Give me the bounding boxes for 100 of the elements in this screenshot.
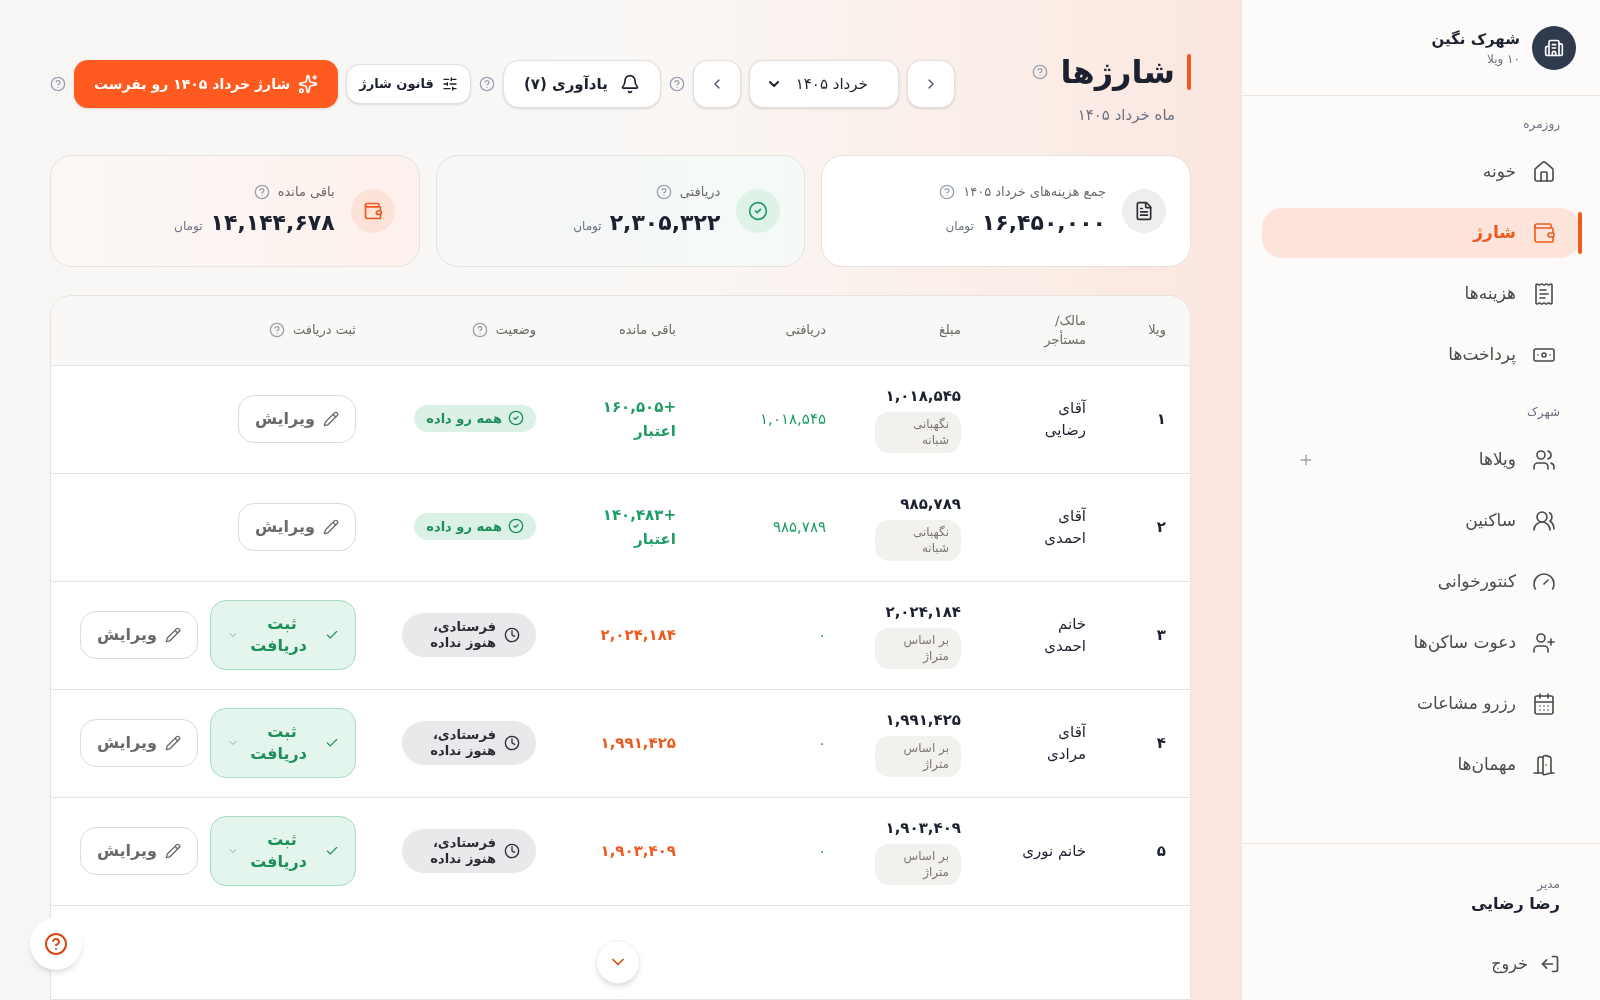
- stat-value: ۲,۳۰۵,۳۲۲: [609, 208, 721, 237]
- wallet-icon: [362, 200, 383, 221]
- amount: ۱,۹۰۳,۴۰۹: [885, 818, 961, 840]
- help-icon[interactable]: [1032, 64, 1049, 80]
- edit-button[interactable]: ویرایش: [80, 719, 198, 767]
- amount: ۲,۰۲۴,۱۸۴: [885, 602, 961, 624]
- nav-item[interactable]: ساکنین: [1262, 496, 1580, 546]
- check-icon: [325, 628, 339, 642]
- help-button[interactable]: [30, 918, 82, 970]
- org-subtitle: ۱۰ ویلا: [1486, 50, 1520, 67]
- received-amount: ۰: [816, 624, 826, 646]
- column-header: ثبت دریافت: [292, 321, 356, 340]
- remaining-amount: ۱,۹۰۳,۴۰۹: [599, 840, 676, 862]
- charge-rule-button[interactable]: قانون شارژ: [346, 64, 471, 104]
- logout-link[interactable]: خروج: [1282, 952, 1560, 976]
- pencil-icon: [323, 411, 339, 427]
- basis-tag: نگهبانی شبانه: [875, 519, 961, 561]
- check-icon: [325, 844, 339, 858]
- help-icon[interactable]: [939, 184, 956, 200]
- page-title: شارژها: [1060, 52, 1175, 93]
- column-header: مبلغ: [938, 321, 961, 340]
- nav-item[interactable]: رزرو مشاعات: [1262, 679, 1580, 729]
- received-amount: ۹۸۵,۷۸۹: [771, 516, 826, 538]
- basis-tag: بر اساس متراژ: [875, 735, 961, 777]
- owner-name: آقای احمدی: [1043, 505, 1086, 549]
- help-icon[interactable]: [50, 76, 66, 92]
- stat-unit: تومان: [945, 217, 974, 234]
- page-subtitle: ماه خرداد ۱۴۰۵: [1076, 105, 1176, 126]
- help-icon[interactable]: [655, 184, 672, 200]
- owner-name: خانم احمدی: [1043, 613, 1086, 657]
- nav-item[interactable]: خونه: [1262, 147, 1580, 197]
- help-icon[interactable]: [471, 322, 488, 338]
- month-select[interactable]: خرداد ۱۴۰۵: [748, 60, 899, 108]
- column-header: باقی مانده: [619, 321, 676, 340]
- nav-item[interactable]: ویلاها: [1262, 435, 1580, 485]
- stat-label: باقی مانده: [277, 183, 335, 202]
- stat-value: ۱۶,۴۵۰,۰۰۰: [981, 208, 1106, 237]
- amount: ۹۸۵,۷۸۹: [900, 494, 961, 516]
- user-plus-icon: [1532, 631, 1556, 655]
- owner-name: آقای رضایی: [1043, 397, 1086, 441]
- villa-number: ۲: [1155, 516, 1166, 538]
- basis-tag: بر اساس متراژ: [875, 843, 961, 885]
- nav-item[interactable]: پرداخت‌ها: [1262, 330, 1580, 380]
- status-badge: همه رو داده: [414, 404, 536, 433]
- column-header: مالک/ مستأجر: [1042, 311, 1086, 349]
- users-icon: [1532, 448, 1556, 472]
- next-month-button[interactable]: [692, 60, 741, 108]
- add-icon[interactable]: [1298, 452, 1314, 468]
- received-amount: ۱,۰۱۸,۵۴۵: [759, 408, 826, 430]
- stat-unit: تومان: [573, 217, 602, 234]
- calendar-icon: [1532, 692, 1556, 716]
- edit-button[interactable]: ویرایش: [80, 611, 198, 659]
- remaining-amount: +۱۶۰,۵۰۵ اعتبار: [601, 396, 676, 442]
- column-header: دریافتی: [785, 321, 826, 340]
- register-payment-button[interactable]: ثبت دریافت: [210, 816, 356, 886]
- help-icon[interactable]: [478, 76, 495, 92]
- wallet-icon: [1532, 221, 1556, 245]
- stat-label: جمع هزینه‌های خرداد ۱۴۰۵: [963, 183, 1106, 202]
- received-amount: ۰: [816, 732, 826, 754]
- check-icon: [325, 736, 339, 750]
- pencil-icon: [323, 519, 339, 535]
- amount: ۱,۰۱۸,۵۴۵: [885, 386, 961, 408]
- status-badge: فرستادی، هنوز نداده: [402, 720, 536, 766]
- basis-tag: نگهبانی شبانه: [875, 411, 961, 453]
- title-accent: [1187, 54, 1191, 90]
- help-icon[interactable]: [253, 184, 270, 200]
- reminder-button[interactable]: یادآوری (۷): [502, 60, 661, 108]
- edit-button[interactable]: ویرایش: [238, 503, 356, 551]
- stat-unit: تومان: [174, 217, 203, 234]
- edit-button[interactable]: ویرایش: [238, 395, 356, 443]
- received-amount: ۰: [816, 840, 826, 862]
- logout-icon: [1540, 954, 1560, 974]
- nav-item[interactable]: کنتورخوانی: [1262, 557, 1580, 607]
- building-icon: [1544, 37, 1564, 58]
- nav-item[interactable]: دعوت ساکن‌ها: [1262, 618, 1580, 668]
- previous-month-button[interactable]: [906, 60, 955, 108]
- sparkles-icon: [298, 74, 319, 94]
- nav-item[interactable]: مهمان‌ها: [1262, 740, 1580, 790]
- edit-button[interactable]: ویرایش: [80, 827, 198, 875]
- user-role: مدیر: [1535, 876, 1560, 892]
- column-header: وضعیت: [495, 321, 536, 340]
- stat-label: دریافتی: [679, 183, 721, 202]
- status-badge: همه رو داده: [414, 512, 536, 541]
- document-icon: [1134, 200, 1154, 221]
- register-payment-button[interactable]: ثبت دریافت: [210, 708, 356, 778]
- user-name: رضا رضایی: [1469, 893, 1560, 915]
- check-circle-icon: [748, 200, 769, 221]
- register-payment-button[interactable]: ثبت دریافت: [210, 600, 356, 670]
- users-icon: [1532, 509, 1556, 533]
- remaining-amount: +۱۴۰,۴۸۳ اعتبار: [601, 504, 676, 550]
- nav-item[interactable]: هزینه‌ها: [1262, 269, 1580, 319]
- pencil-icon: [165, 735, 181, 751]
- help-icon[interactable]: [668, 76, 685, 92]
- remaining-amount: ۱,۹۹۱,۴۲۵: [599, 732, 676, 754]
- home-icon: [1532, 160, 1556, 184]
- villa-number: ۴: [1155, 732, 1166, 754]
- help-icon[interactable]: [268, 322, 285, 338]
- basis-tag: بر اساس متراژ: [875, 627, 961, 669]
- section-title: شهرک: [1526, 404, 1561, 420]
- active-bar: [1578, 212, 1582, 254]
